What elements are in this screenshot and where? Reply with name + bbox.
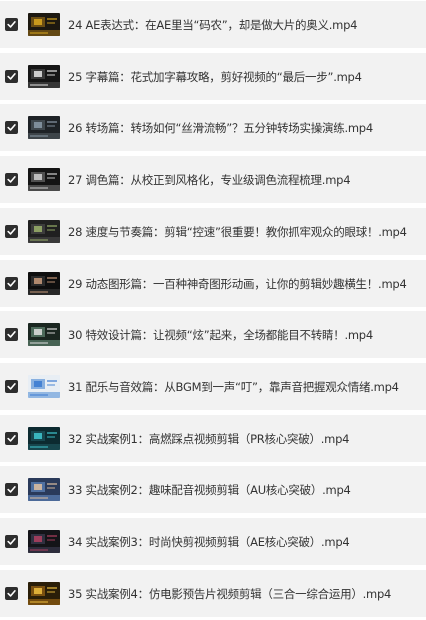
file-name: 29 动态图形篇：一百种神奇图形动画，让你的剪辑妙趣横生！.mp4 — [68, 276, 407, 291]
checkmark-icon — [7, 176, 16, 183]
row-checkbox[interactable] — [5, 535, 18, 548]
file-name: 28 速度与节奏篇：剪辑“控速”很重要！教你抓牢观众的眼球！.mp4 — [68, 224, 407, 239]
file-row[interactable]: 30 特效设计篇：让视频“炫”起来，全场都能目不转睛！.mp4 — [0, 311, 426, 358]
video-thumbnail-icon — [28, 13, 60, 36]
video-thumbnail-icon — [28, 168, 60, 191]
row-checkbox[interactable] — [5, 173, 18, 186]
video-thumbnail-icon — [28, 116, 60, 139]
file-name: 32 实战案例1：高燃踩点视频剪辑（PR核心突破）.mp4 — [68, 431, 350, 446]
file-name: 25 字幕篇：花式加字幕攻略，剪好视频的“最后一步”.mp4 — [68, 69, 362, 84]
checkmark-icon — [7, 538, 16, 545]
file-name: 31 配乐与音效篇：从BGM到一声“叮”，靠声音把握观众情绪.mp4 — [68, 379, 399, 394]
row-checkbox[interactable] — [5, 432, 18, 445]
video-thumbnail-icon — [28, 323, 60, 346]
file-name: 35 实战案例4：仿电影预告片视频剪辑（三合一综合运用）.mp4 — [68, 586, 392, 601]
checkmark-icon — [7, 124, 16, 131]
checkmark-icon — [7, 435, 16, 442]
row-checkbox[interactable] — [5, 277, 18, 290]
row-checkbox[interactable] — [5, 587, 18, 600]
video-thumbnail-icon — [28, 220, 60, 243]
file-row[interactable]: 31 配乐与音效篇：从BGM到一声“叮”，靠声音把握观众情绪.mp4 — [0, 363, 426, 410]
checkmark-icon — [7, 590, 16, 597]
video-thumbnail-icon — [28, 427, 60, 450]
file-row[interactable]: 27 调色篇：从校正到风格化，专业级调色流程梳理.mp4 — [0, 156, 426, 203]
checkmark-icon — [7, 21, 16, 28]
video-thumbnail-icon — [28, 375, 60, 398]
file-list: 24 AE表达式：在AE里当“码农”，却是做大片的奥义.mp4 25 字幕篇：花式… — [0, 0, 426, 620]
checkmark-icon — [7, 486, 16, 493]
file-row[interactable]: 24 AE表达式：在AE里当“码农”，却是做大片的奥义.mp4 — [0, 1, 426, 48]
row-checkbox[interactable] — [5, 18, 18, 31]
file-row[interactable]: 35 实战案例4：仿电影预告片视频剪辑（三合一综合运用）.mp4 — [0, 570, 426, 617]
checkmark-icon — [7, 280, 16, 287]
file-row[interactable]: 33 实战案例2：趣味配音视频剪辑（AU核心突破）.mp4 — [0, 466, 426, 513]
row-checkbox[interactable] — [5, 121, 18, 134]
checkmark-icon — [7, 73, 16, 80]
file-name: 24 AE表达式：在AE里当“码农”，却是做大片的奥义.mp4 — [68, 17, 358, 32]
row-checkbox[interactable] — [5, 483, 18, 496]
row-checkbox[interactable] — [5, 328, 18, 341]
checkmark-icon — [7, 383, 16, 390]
file-row[interactable]: 32 实战案例1：高燃踩点视频剪辑（PR核心突破）.mp4 — [0, 415, 426, 462]
file-row[interactable]: 25 字幕篇：花式加字幕攻略，剪好视频的“最后一步”.mp4 — [0, 53, 426, 100]
checkmark-icon — [7, 228, 16, 235]
file-row[interactable]: 29 动态图形篇：一百种神奇图形动画，让你的剪辑妙趣横生！.mp4 — [0, 260, 426, 307]
file-name: 26 转场篇：转场如何“丝滑流畅”？五分钟转场实操演练.mp4 — [68, 120, 373, 135]
file-name: 27 调色篇：从校正到风格化，专业级调色流程梳理.mp4 — [68, 172, 351, 187]
file-name: 33 实战案例2：趣味配音视频剪辑（AU核心突破）.mp4 — [68, 482, 351, 497]
file-row[interactable]: 28 速度与节奏篇：剪辑“控速”很重要！教你抓牢观众的眼球！.mp4 — [0, 208, 426, 255]
file-row[interactable]: 26 转场篇：转场如何“丝滑流畅”？五分钟转场实操演练.mp4 — [0, 104, 426, 151]
video-thumbnail-icon — [28, 478, 60, 501]
file-row[interactable]: 34 实战案例3：时尚快剪视频剪辑（AE核心突破）.mp4 — [0, 518, 426, 565]
row-checkbox[interactable] — [5, 70, 18, 83]
video-thumbnail-icon — [28, 582, 60, 605]
file-name: 34 实战案例3：时尚快剪视频剪辑（AE核心突破）.mp4 — [68, 534, 350, 549]
video-thumbnail-icon — [28, 530, 60, 553]
file-name: 30 特效设计篇：让视频“炫”起来，全场都能目不转睛！.mp4 — [68, 327, 373, 342]
row-checkbox[interactable] — [5, 225, 18, 238]
video-thumbnail-icon — [28, 65, 60, 88]
checkmark-icon — [7, 331, 16, 338]
video-thumbnail-icon — [28, 272, 60, 295]
row-checkbox[interactable] — [5, 380, 18, 393]
